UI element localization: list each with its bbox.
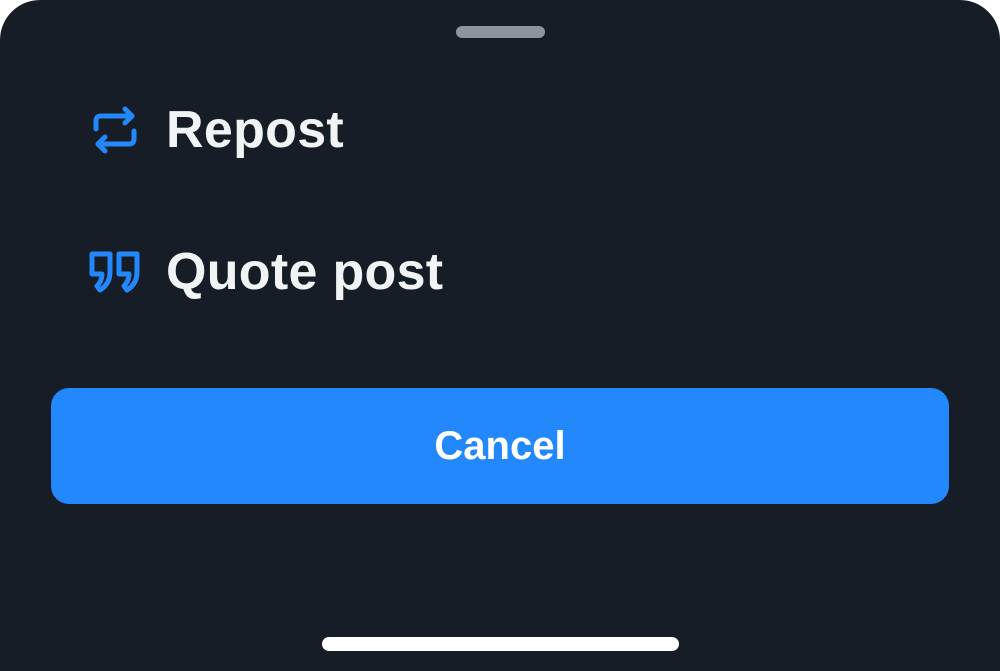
home-indicator (322, 637, 679, 651)
repost-option[interactable]: Repost (60, 90, 560, 170)
repost-label: Repost (166, 101, 345, 159)
repost-icon (86, 104, 144, 156)
cancel-button[interactable]: Cancel (51, 388, 949, 504)
quote-post-label: Quote post (166, 243, 444, 301)
sheet-grabber[interactable] (456, 26, 545, 38)
cancel-label: Cancel (434, 423, 566, 468)
repost-action-sheet: Repost Quote post Cancel (0, 0, 1000, 671)
quote-post-option[interactable]: Quote post (60, 232, 560, 312)
quote-icon (86, 246, 144, 298)
